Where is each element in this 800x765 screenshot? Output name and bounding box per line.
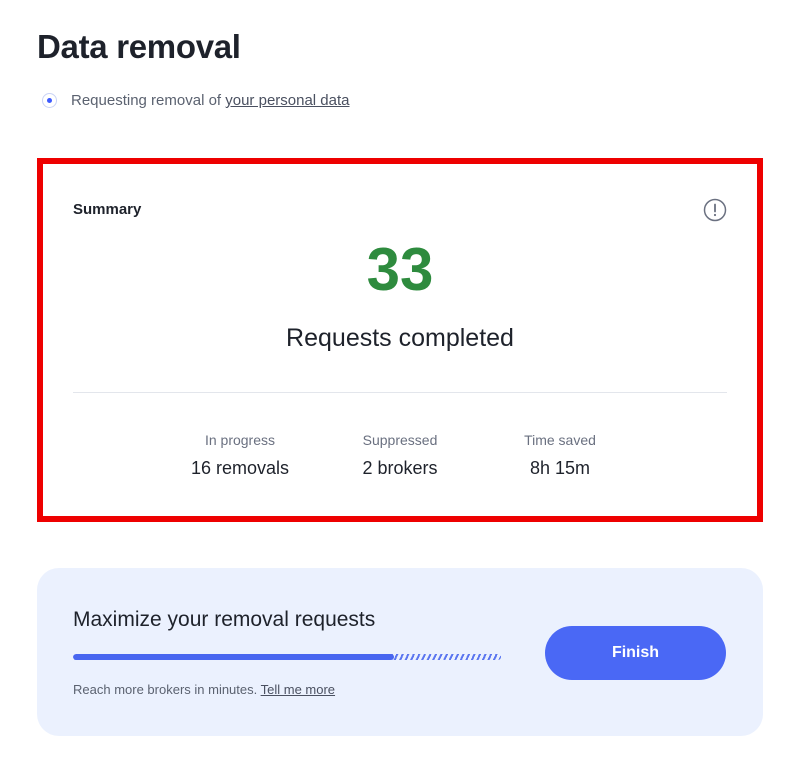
promo-title: Maximize your removal requests [73,608,376,631]
progress-bar-fill [73,654,394,660]
stat-value: 2 brokers [362,458,438,478]
stats-row: In progress 16 removals Suppressed 2 bro… [43,432,757,479]
stat-time-saved: Time saved 8h 15m [480,432,640,479]
stat-label: Suppressed [362,432,438,448]
page-title: Data removal [37,28,241,65]
stat-suppressed: Suppressed 2 brokers [320,432,480,479]
stat-value: 16 removals [190,458,290,478]
requests-completed-count: 33 [366,236,434,303]
promo-description: Reach more brokers in minutes. [73,682,261,697]
finish-button[interactable]: Finish [545,626,726,680]
maximize-requests-card: Maximize your removal requests Reach mor… [37,568,763,736]
info-circle-icon[interactable] [703,198,727,222]
summary-card: Summary 33 Requests completed In progres… [37,158,763,522]
progress-bar [73,654,501,660]
status-text: Requesting removal of your personal data [71,92,350,109]
stat-label: Time saved [524,432,596,448]
status-row: Requesting removal of your personal data [42,92,350,109]
tell-me-more-link[interactable]: Tell me more [261,682,335,697]
summary-heading: Summary [73,201,142,218]
status-dot-icon [42,93,57,108]
requests-completed-label: Requests completed [286,324,514,352]
personal-data-link[interactable]: your personal data [225,92,349,109]
divider [73,392,727,393]
stat-value: 8h 15m [529,458,591,478]
stat-label: In progress [204,432,276,448]
status-label: Requesting removal of [71,92,226,109]
promo-text: Reach more brokers in minutes. Tell me m… [73,682,335,697]
stat-in-progress: In progress 16 removals [160,432,320,479]
